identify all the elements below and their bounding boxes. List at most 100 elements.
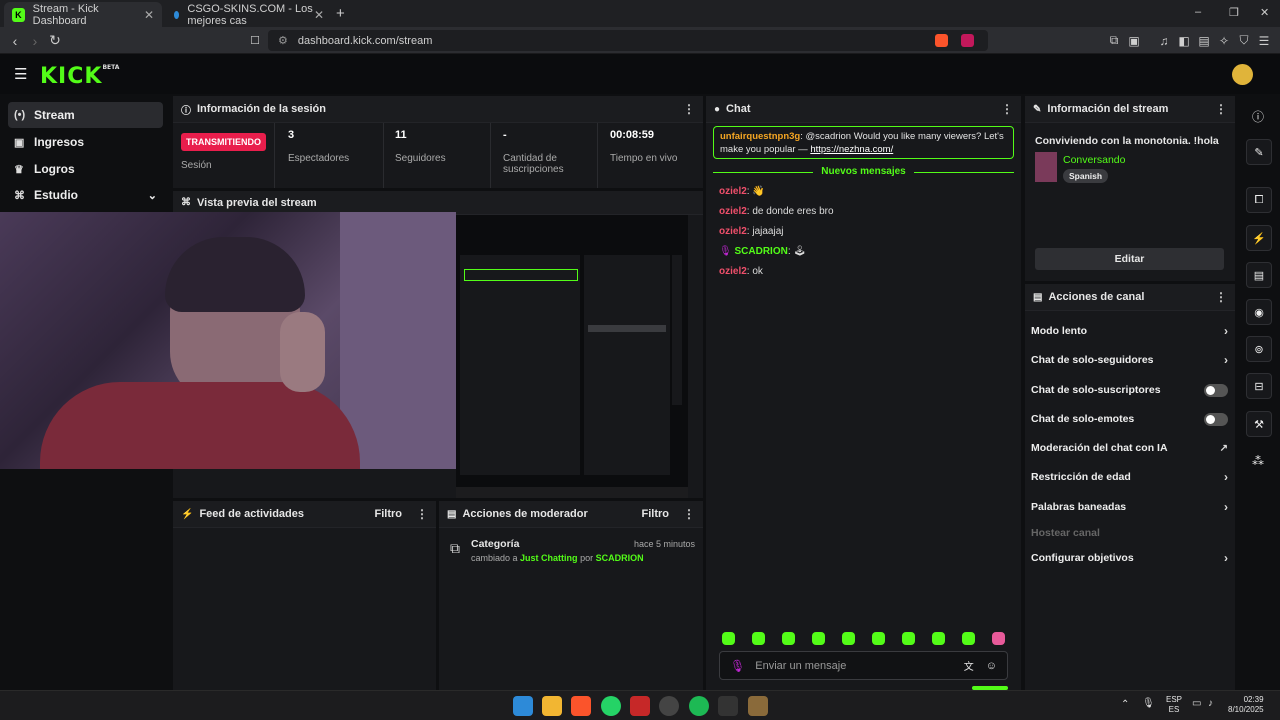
extensions-icon[interactable]: ⧉ [1104, 27, 1124, 54]
more-options-icon[interactable]: ⋮ [416, 507, 428, 521]
sidebar-icon[interactable]: ◧ [1174, 27, 1194, 54]
broadcast-icon[interactable]: ⊚ [1246, 336, 1272, 362]
filter-button[interactable]: Filtro [642, 508, 670, 520]
emote-icon[interactable] [902, 632, 915, 645]
edit-button[interactable]: Editar [1035, 248, 1224, 270]
screen-capture-icon[interactable]: ⧠ [1246, 187, 1272, 213]
tab-title: Stream - Kick Dashboard [32, 2, 99, 27]
more-options-icon[interactable]: ⋮ [683, 507, 695, 521]
emote-icon[interactable] [992, 632, 1005, 645]
reload-icon[interactable]: ↻ [44, 27, 66, 54]
kick-logo[interactable]: KICKBETA [40, 64, 119, 89]
emote-icon[interactable] [722, 632, 735, 645]
chat-input[interactable]: 🎙 Enviar un mensaje 文 ☺ [719, 651, 1008, 680]
language-indicator[interactable]: ESP ES [1166, 695, 1182, 715]
leo-ai-icon[interactable]: ✧ [1214, 27, 1234, 54]
preview-icon: ⌘ [181, 197, 191, 208]
emote-icon[interactable] [962, 632, 975, 645]
close-tab-icon[interactable]: ✕ [314, 8, 324, 22]
lightning-icon[interactable]: ⚡ [1246, 225, 1272, 251]
chat-bubble-icon[interactable]: ◉ [1246, 299, 1272, 325]
windows-start-icon[interactable] [513, 696, 533, 716]
pinned-link[interactable]: https://nezhna.com/ [810, 144, 893, 155]
emote-icon[interactable] [872, 632, 885, 645]
spotify-icon[interactable] [689, 696, 709, 716]
chevron-up-icon[interactable]: ⌃ [1121, 699, 1129, 710]
age-restriction-item[interactable]: Restricción de edad › [1031, 468, 1228, 486]
slow-mode-item[interactable]: Modo lento › [1031, 322, 1228, 340]
tab-csgo-skins[interactable]: CSGO-SKINS.COM - Los mejores cas ✕ [166, 2, 332, 27]
windows-taskbar: ⌃ 🎙 ESP ES ▭ ♪ 02:39 8/10/2025 [0, 690, 1280, 720]
brave-rewards-icon[interactable] [961, 34, 974, 47]
emote-icon[interactable] [842, 632, 855, 645]
edit-pencil-icon[interactable]: ✎ [1246, 139, 1272, 165]
layout-icon[interactable]: ⊟ [1246, 373, 1272, 399]
vpn-shield-icon[interactable]: ⛉ [1234, 27, 1254, 54]
emote-icon[interactable] [812, 632, 825, 645]
emotes-only-toggle[interactable] [1204, 412, 1228, 426]
nav-item-stream[interactable]: (•) Stream [8, 102, 163, 128]
chevron-down-icon[interactable]: ⌄ [148, 189, 157, 202]
more-options-icon[interactable]: ⋮ [1215, 290, 1227, 304]
voicemeeter-icon[interactable] [630, 696, 650, 716]
ai-moderation-item[interactable]: Moderación del chat con IA ↗ [1031, 439, 1228, 457]
more-options-icon[interactable]: ⋮ [683, 102, 695, 116]
media-icon[interactable]: ♫ [1154, 27, 1174, 54]
more-options-icon[interactable]: ⋮ [1215, 102, 1227, 116]
wallet-icon[interactable]: ▤ [1194, 27, 1214, 54]
forward-arrow-icon[interactable]: › [24, 27, 46, 54]
channel-actions-panel: ▤ Acciones de canal ⋮ [1025, 284, 1235, 690]
brave-browser-icon[interactable] [571, 696, 591, 716]
volume-icon[interactable]: ♪ [1208, 698, 1213, 709]
tab-kick-dashboard[interactable]: K Stream - Kick Dashboard ✕ [4, 2, 162, 27]
subscribers-only-toggle[interactable] [1204, 383, 1228, 397]
whatsapp-icon[interactable] [601, 696, 621, 716]
emote-icon[interactable] [782, 632, 795, 645]
user-avatar[interactable] [1232, 64, 1253, 85]
microphone-icon[interactable]: 🎙 [1142, 698, 1155, 709]
stream-preview-screen [456, 215, 688, 498]
menu-icon[interactable]: ☰ [1254, 27, 1274, 54]
chat-header: ● Chat ⋮ [706, 96, 1021, 123]
emoji-icon[interactable]: ☺ [986, 660, 997, 672]
info-icon[interactable]: ⓘ [1252, 108, 1264, 125]
close-tab-icon[interactable]: ✕ [144, 8, 154, 22]
more-options-icon[interactable]: ⋮ [1001, 102, 1013, 116]
chevron-right-icon: › [1224, 551, 1228, 565]
nav-item-estudio[interactable]: ⌘ Estudio ⌄ [8, 182, 163, 208]
broadcast-icon: (•) [14, 109, 26, 121]
nav-item-logros[interactable]: ♛ Logros [8, 156, 163, 182]
hamburger-menu-icon[interactable]: ☰ [14, 65, 27, 83]
emote-icon[interactable] [932, 632, 945, 645]
network-icon[interactable]: ▭ [1192, 698, 1201, 709]
wrench-icon[interactable]: ⚒ [1246, 411, 1272, 437]
minecraft-icon[interactable] [748, 696, 768, 716]
clock[interactable]: 02:39 8/10/2025 [1228, 695, 1264, 715]
translate-icon[interactable]: 文 [964, 658, 974, 673]
close-window-button[interactable]: ✕ [1260, 6, 1269, 19]
back-arrow-icon[interactable]: ‹ [4, 27, 26, 54]
followers-only-item[interactable]: Chat de solo-seguidores › [1031, 351, 1228, 369]
brave-shield-icon[interactable] [935, 34, 948, 47]
nav-item-ingresos[interactable]: ▣ Ingresos [8, 129, 163, 155]
banned-words-item[interactable]: Palabras baneadas › [1031, 498, 1228, 516]
obs-icon[interactable] [659, 696, 679, 716]
category-name[interactable]: Conversando [1063, 154, 1125, 166]
file-explorer-icon[interactable] [542, 696, 562, 716]
site-info-icon[interactable]: ⚙ [278, 34, 288, 47]
configure-goals-item[interactable]: Configurar objetivos › [1031, 549, 1228, 567]
new-tab-button[interactable]: + [336, 5, 345, 22]
emote-icon[interactable] [752, 632, 765, 645]
kick-favicon-icon: K [12, 7, 25, 22]
maximize-button[interactable]: ❐ [1229, 6, 1239, 19]
url-field[interactable]: ⚙ dashboard.kick.com/stream [268, 30, 988, 51]
steam-icon[interactable] [718, 696, 738, 716]
minimize-button[interactable]: – [1195, 6, 1201, 18]
apps-icon[interactable]: ⁂ [1252, 454, 1264, 468]
document-icon[interactable]: ▤ [1246, 262, 1272, 288]
chat-input-placeholder: Enviar un mensaje [755, 659, 847, 672]
screenshot-icon[interactable]: ▣ [1124, 27, 1144, 54]
filter-button[interactable]: Filtro [375, 508, 403, 520]
nav-label: Logros [34, 162, 75, 176]
bookmark-icon[interactable]: ☐ [244, 27, 266, 54]
